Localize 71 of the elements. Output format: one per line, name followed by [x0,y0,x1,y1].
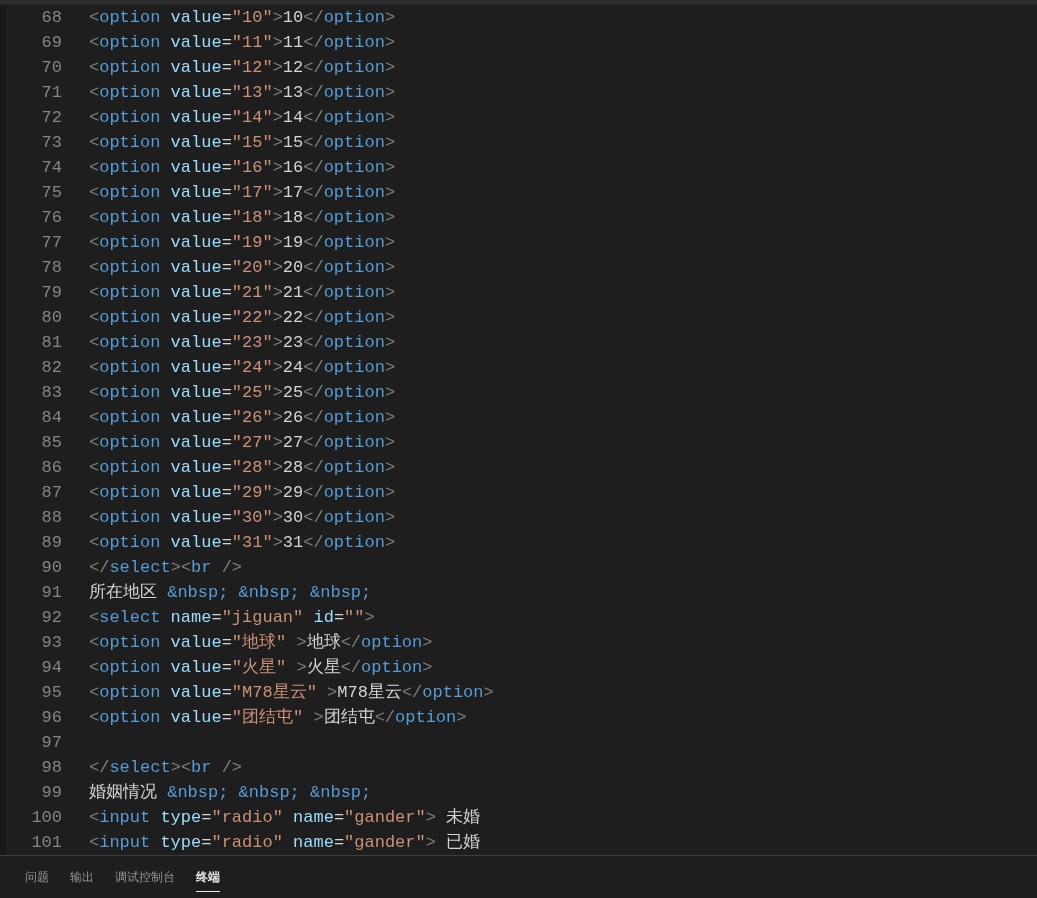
line-number: 93 [40,631,62,654]
line-number: 94 [40,656,62,679]
line-number: 92 [40,606,62,629]
line-number: 90 [40,556,62,579]
line-number: 85 [40,431,62,454]
line-number: 75 [40,181,62,204]
code-line: <option value="地球" >地球</option> [89,631,433,654]
code-line: <option value="13">13</option> [89,81,396,104]
panel-tab[interactable]: 调试控制台 [115,862,175,892]
line-number: 89 [40,531,62,554]
code-line: <input type="radio" name="gander"> 未婚 [89,806,481,829]
line-number: 98 [40,756,62,779]
line-number: 76 [40,206,62,229]
code-line: <option value="15">15</option> [89,131,396,154]
code-line: <input type="radio" name="gander"> 已婚 [89,831,481,854]
line-number: 81 [40,331,62,354]
code-line: <option value="26">26</option> [89,406,396,429]
code-line: <option value="11">11</option> [89,31,396,54]
line-number: 86 [40,456,62,479]
code-line: <option value="23">23</option> [89,331,396,354]
line-number: 68 [40,6,62,29]
code-line: <option value="17">17</option> [89,181,396,204]
code-line: <option value="10">10</option> [89,6,396,29]
code-line: <option value="团结屯" >团结屯</option> [89,706,467,729]
code-line: 所在地区 &nbsp; &nbsp; &nbsp; [89,581,372,604]
code-line: <option value="22">22</option> [89,306,396,329]
line-number: 96 [40,706,62,729]
line-number: 80 [40,306,62,329]
code-line: <option value="29">29</option> [89,481,396,504]
line-number: 79 [40,281,62,304]
line-number: 69 [40,31,62,54]
line-number: 82 [40,356,62,379]
code-line: <option value="14">14</option> [89,106,396,129]
line-number: 72 [40,106,62,129]
code-line: 婚姻情况 &nbsp; &nbsp; &nbsp; [89,781,372,804]
panel-tab[interactable]: 输出 [70,862,94,892]
code-line: <option value="20">20</option> [89,256,396,279]
line-number: 77 [40,231,62,254]
code-line: <option value="19">19</option> [89,231,396,254]
panel-tab[interactable]: 终端 [196,862,220,892]
panel-tab[interactable]: 问题 [25,862,49,892]
code-line: <option value="火星" >火星</option> [89,656,433,679]
code-line: <option value="25">25</option> [89,381,396,404]
code-line: <option value="27">27</option> [89,431,396,454]
line-number: 101 [30,831,62,854]
line-number: 84 [40,406,62,429]
line-number: 70 [40,56,62,79]
code-line: <option value="16">16</option> [89,156,396,179]
line-number: 99 [40,781,62,804]
line-number: 91 [40,581,62,604]
code-line: </select><br /> [89,556,243,579]
line-number: 83 [40,381,62,404]
code-line: <option value="M78星云" >M78星云</option> [89,681,494,704]
line-number: 100 [30,806,62,829]
line-number: 95 [40,681,62,704]
line-number: 78 [40,256,62,279]
code-line: <option value="12">12</option> [89,56,396,79]
code-line: <option value="31">31</option> [89,531,396,554]
line-number: 97 [40,731,62,754]
code-line: <option value="21">21</option> [89,281,396,304]
code-line: <option value="28">28</option> [89,456,396,479]
code-line: </select><br /> [89,756,243,779]
code-line: <select name="jiguan" id=""> [89,606,375,629]
line-number: 88 [40,506,62,529]
code-line: <option value="30">30</option> [89,506,396,529]
line-number: 87 [40,481,62,504]
code-line: <option value="18">18</option> [89,206,396,229]
line-number: 71 [40,81,62,104]
line-number: 73 [40,131,62,154]
code-line: <option value="24">24</option> [89,356,396,379]
line-number: 74 [40,156,62,179]
